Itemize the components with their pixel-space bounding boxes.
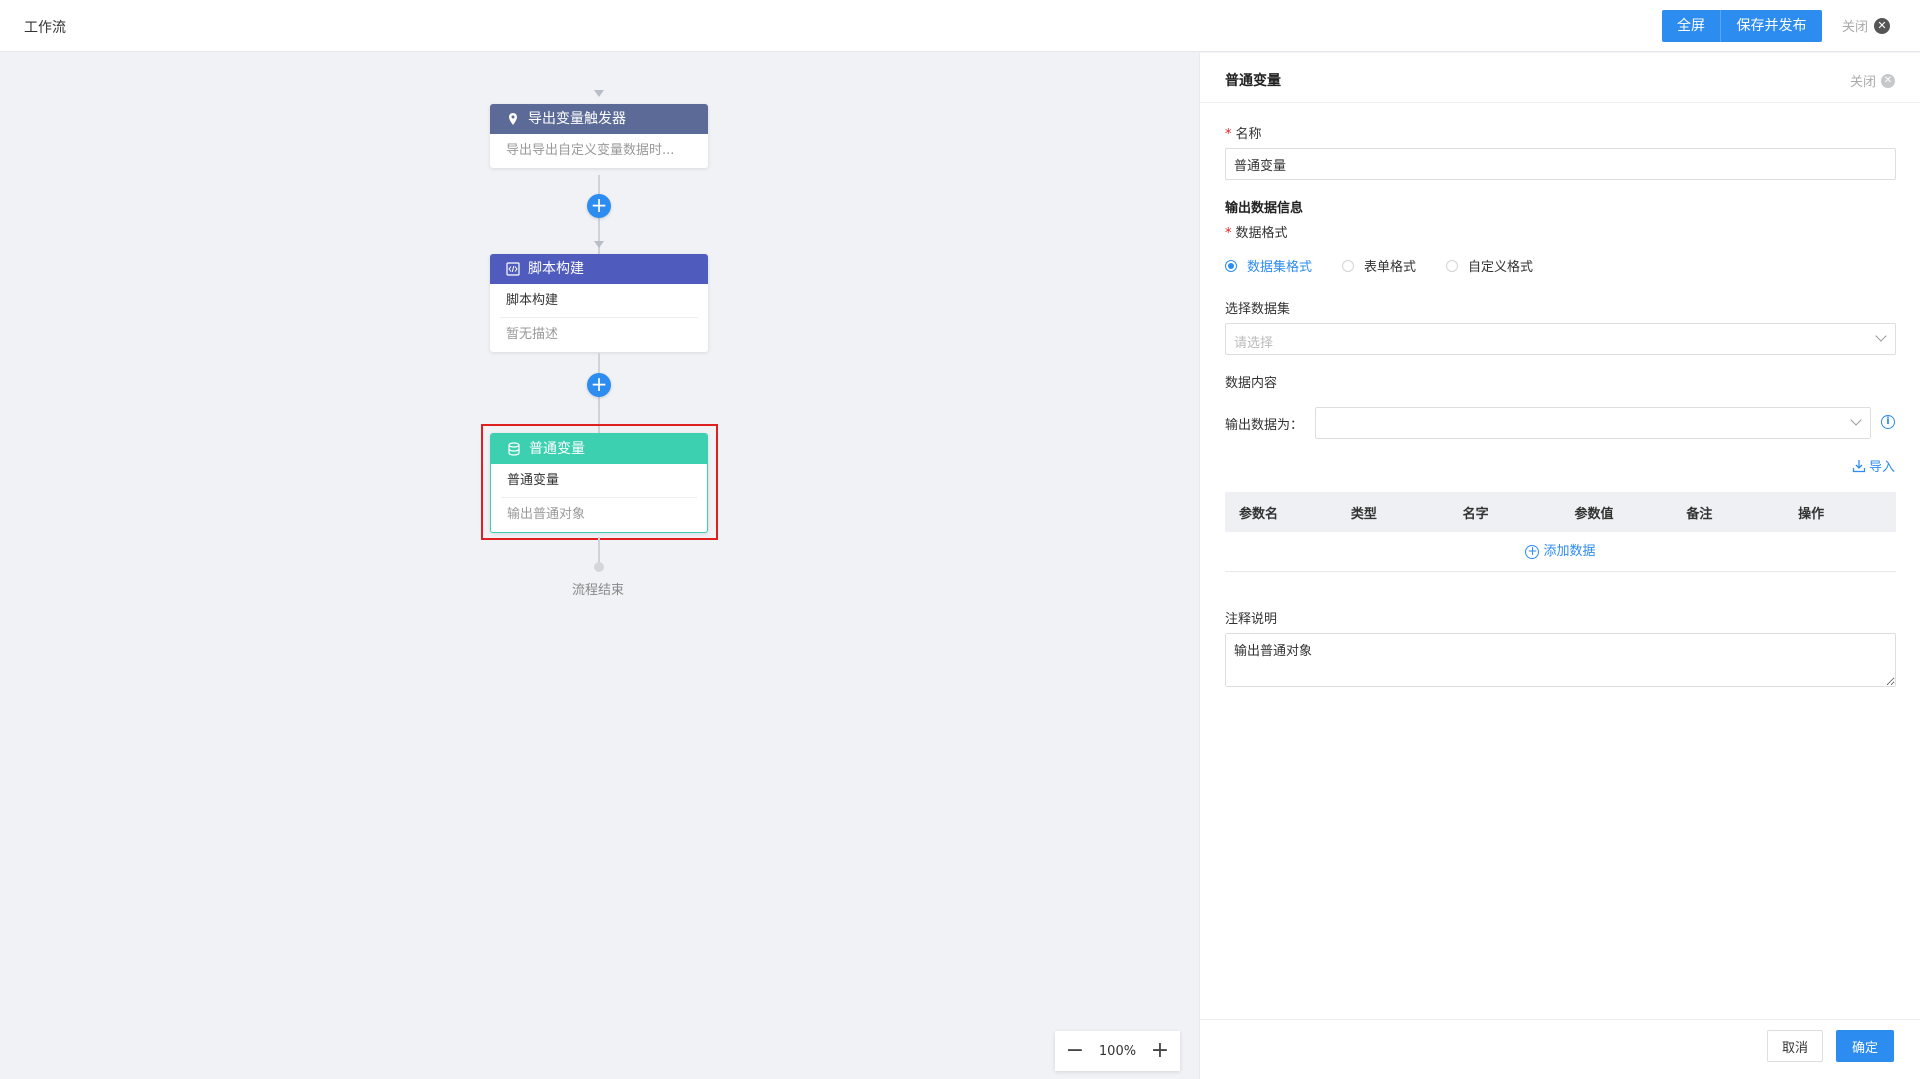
import-label: 导入 <box>1868 460 1895 475</box>
confirm-button[interactable]: 确定 <box>1836 1030 1895 1062</box>
info-icon[interactable]: i <box>1881 415 1895 429</box>
radio-dataset-format[interactable]: 数据集格式 <box>1225 256 1312 275</box>
import-button[interactable]: 导入 <box>1852 456 1895 475</box>
required-mark: * <box>1225 226 1232 241</box>
download-icon <box>1852 459 1866 472</box>
th-name: 名字 <box>1462 506 1489 522</box>
add-node-button[interactable]: + <box>587 194 611 218</box>
select-placeholder: 请选择 <box>1234 336 1274 351</box>
th-param-name: 参数名 <box>1239 506 1279 522</box>
node-name: 普通变量 <box>501 464 697 498</box>
panel-close-button[interactable]: 关闭 ✕ <box>1850 71 1895 90</box>
th-type: 类型 <box>1350 506 1377 522</box>
th-param-value: 参数值 <box>1574 506 1614 522</box>
close-circle-icon: ✕ <box>1881 73 1895 88</box>
name-label: * 名称 <box>1225 123 1262 142</box>
radio-label: 自定义格式 <box>1468 260 1534 275</box>
panel-close-label: 关闭 <box>1849 75 1876 90</box>
zoom-control: − 100% + <box>1055 1031 1180 1071</box>
note-textarea[interactable]: 输出普通对象 <box>1225 633 1896 687</box>
node-config-panel: 普通变量 关闭 ✕ *名称 输出数据信息 *数据格式 数据集格式 表单格式 自定… <box>1199 53 1920 1079</box>
name-label-text: 名称 <box>1235 127 1262 142</box>
close-label: 关闭 <box>1842 20 1869 35</box>
top-bar: 工作流 全屏 保存并发布 关闭 ✕ <box>0 0 1920 52</box>
add-data-button[interactable]: + 添加数据 <box>1525 532 1596 572</box>
name-input[interactable] <box>1225 148 1896 180</box>
node-description: 导出导出自定义变量数据时... <box>506 143 675 158</box>
flow-node-trigger[interactable]: 导出变量触发器 导出导出自定义变量数据时... <box>490 104 708 168</box>
dataset-label: 选择数据集 <box>1225 302 1291 317</box>
node-title: 普通变量 <box>529 441 585 457</box>
flow-node-variable[interactable]: 普通变量 普通变量 输出普通对象 <box>490 433 708 533</box>
node-title: 导出变量触发器 <box>528 111 626 127</box>
note-label: 注释说明 <box>1225 612 1278 627</box>
radio-label: 数据集格式 <box>1247 260 1313 275</box>
node-name: 脚本构建 <box>500 284 698 318</box>
node-header: 普通变量 <box>491 434 707 464</box>
output-section-title: 输出数据信息 <box>1225 201 1304 216</box>
param-table-header: 参数名 类型 名字 参数值 备注 操作 <box>1225 492 1896 532</box>
radio-dot <box>1446 259 1459 272</box>
zoom-out-button[interactable]: − <box>1065 1040 1085 1062</box>
close-circle-icon: ✕ <box>1874 17 1891 34</box>
panel-title: 普通变量 <box>1225 73 1281 89</box>
arrow-down-icon <box>594 90 604 97</box>
zoom-level: 100% <box>1098 1043 1137 1059</box>
map-pin-icon <box>509 113 517 125</box>
header-button-group: 全屏 保存并发布 <box>1662 10 1822 42</box>
output-as-label: 输出数据为： <box>1225 418 1304 433</box>
content-label: 数据内容 <box>1225 376 1278 391</box>
flow-end-dot <box>594 562 604 572</box>
workflow-canvas[interactable]: 导出变量触发器 导出导出自定义变量数据时... + 脚本构建 脚本构建 暂无描述… <box>0 53 1198 1079</box>
plus-circle-icon: + <box>1525 544 1540 559</box>
node-header: 导出变量触发器 <box>490 104 708 134</box>
zoom-in-button[interactable]: + <box>1150 1040 1170 1062</box>
chevron-down-icon <box>1850 414 1862 426</box>
format-label-text: 数据格式 <box>1235 226 1288 241</box>
radio-dot <box>1342 259 1355 272</box>
panel-header: 普通变量 关闭 ✕ <box>1200 53 1920 103</box>
format-radio-group: 数据集格式 表单格式 自定义格式 <box>1225 256 1533 275</box>
app-title: 工作流 <box>24 20 66 36</box>
radio-label: 表单格式 <box>1364 260 1417 275</box>
close-button[interactable]: 关闭 ✕ <box>1842 16 1891 35</box>
arrow-down-icon <box>594 241 604 248</box>
node-description: 暂无描述 <box>506 327 559 342</box>
radio-custom-format[interactable]: 自定义格式 <box>1446 256 1533 275</box>
save-publish-button[interactable]: 保存并发布 <box>1721 10 1822 42</box>
param-table-body: + 添加数据 <box>1225 532 1896 572</box>
th-action: 操作 <box>1798 506 1825 522</box>
required-mark: * <box>1225 127 1232 142</box>
add-node-button[interactable]: + <box>587 373 611 397</box>
database-icon <box>508 442 520 456</box>
format-label: * 数据格式 <box>1225 222 1288 241</box>
dataset-select[interactable]: 请选择 <box>1225 323 1896 355</box>
flow-node-script[interactable]: 脚本构建 脚本构建 暂无描述 <box>490 254 708 352</box>
panel-footer: 取消 确定 <box>1200 1019 1920 1079</box>
flow-end-label: 流程结束 <box>572 583 625 598</box>
th-remark: 备注 <box>1686 506 1713 522</box>
code-icon <box>506 262 520 276</box>
add-data-label: 添加数据 <box>1543 544 1596 559</box>
radio-dot <box>1225 259 1237 272</box>
node-description: 输出普通对象 <box>507 507 586 522</box>
fullscreen-button[interactable]: 全屏 <box>1662 10 1721 42</box>
node-title: 脚本构建 <box>528 261 584 277</box>
chevron-down-icon <box>1875 330 1887 342</box>
node-header: 脚本构建 <box>490 254 708 284</box>
cancel-button[interactable]: 取消 <box>1767 1030 1824 1062</box>
radio-form-format[interactable]: 表单格式 <box>1342 256 1416 275</box>
output-as-select[interactable] <box>1315 407 1871 439</box>
